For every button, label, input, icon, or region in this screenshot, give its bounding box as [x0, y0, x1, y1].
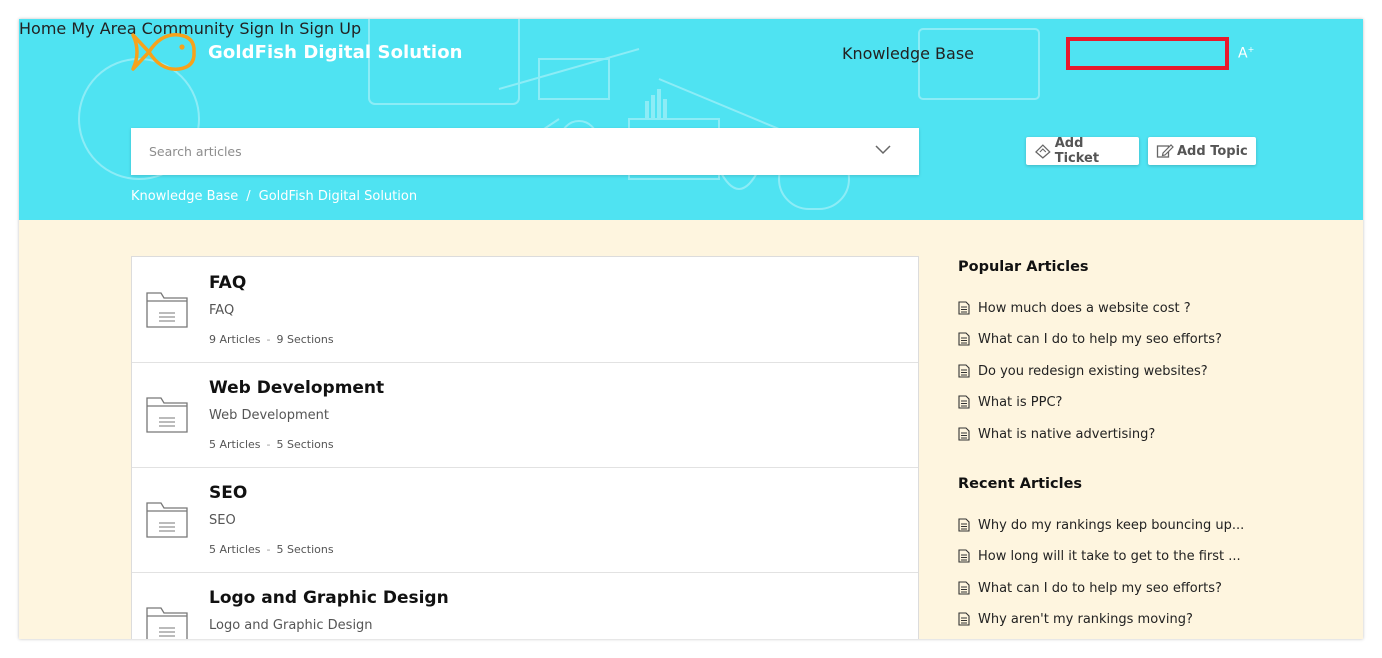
- popular-article-link[interactable]: Do you redesign existing websites?: [958, 361, 1208, 381]
- document-icon: [958, 518, 970, 532]
- sign-in-highlight-box: [1066, 37, 1229, 70]
- category-meta: 9 Articles -9 Sections: [209, 333, 334, 346]
- popular-article-link[interactable]: What can I do to help my seo efforts?: [958, 329, 1222, 349]
- category-meta: 5 Articles -5 Sections: [209, 438, 334, 451]
- document-icon: [958, 427, 970, 441]
- category-list: FAQ FAQ 9 Articles -9 Sections Web Develo…: [131, 256, 919, 639]
- category-title[interactable]: Logo and Graphic Design: [209, 588, 449, 608]
- ticket-icon: [1035, 144, 1051, 159]
- breadcrumb-separator: /: [246, 189, 251, 204]
- search-input[interactable]: [131, 128, 869, 175]
- breadcrumb-current[interactable]: GoldFish Digital Solution: [259, 189, 417, 204]
- popular-article-link[interactable]: How much does a website cost ?: [958, 298, 1191, 318]
- recent-article-link[interactable]: How long will it take to get to the firs…: [958, 546, 1241, 566]
- edit-icon: [1156, 144, 1174, 158]
- page-frame: GoldFish Digital Solution Home My Area K…: [19, 19, 1363, 639]
- add-ticket-button[interactable]: Add Ticket: [1026, 136, 1139, 166]
- document-icon: [958, 301, 970, 315]
- popular-articles-heading: Popular Articles: [958, 259, 1089, 275]
- popular-article-link[interactable]: What is native advertising?: [958, 424, 1155, 444]
- category-title[interactable]: Web Development: [209, 378, 384, 398]
- category-meta: 5 Articles -5 Sections: [209, 543, 334, 556]
- category-description: Web Development: [209, 408, 329, 423]
- folder-icon: [146, 502, 188, 538]
- breadcrumb-root[interactable]: Knowledge Base: [131, 189, 238, 204]
- category-title[interactable]: SEO: [209, 483, 247, 503]
- header-banner: GoldFish Digital Solution Home My Area K…: [19, 19, 1363, 220]
- document-icon: [958, 581, 970, 595]
- folder-icon: [146, 607, 188, 639]
- chevron-down-icon[interactable]: [875, 143, 891, 155]
- document-icon: [958, 364, 970, 378]
- category-item-logo-design[interactable]: Logo and Graphic Design Logo and Graphic…: [132, 572, 918, 639]
- add-topic-button[interactable]: Add Topic: [1148, 137, 1256, 165]
- category-item-seo[interactable]: SEO SEO 5 Articles -5 Sections: [132, 467, 918, 573]
- category-description: Logo and Graphic Design: [209, 618, 373, 633]
- recent-article-link[interactable]: Why aren't my rankings moving?: [958, 609, 1193, 629]
- recent-articles-heading: Recent Articles: [958, 476, 1083, 492]
- recent-article-link[interactable]: What can I do to help my seo efforts?: [958, 578, 1222, 598]
- category-description: FAQ: [209, 303, 235, 318]
- folder-icon: [146, 397, 188, 433]
- document-icon: [958, 395, 970, 409]
- category-title[interactable]: FAQ: [209, 273, 246, 293]
- brand-name[interactable]: GoldFish Digital Solution: [208, 42, 463, 63]
- document-icon: [958, 549, 970, 563]
- recent-article-link[interactable]: Why do my rankings keep bouncing up...: [958, 515, 1244, 535]
- category-item-web-development[interactable]: Web Development Web Development 5 Articl…: [132, 362, 918, 468]
- nav-knowledge-base[interactable]: Knowledge Base: [842, 44, 974, 63]
- category-description: SEO: [209, 513, 236, 528]
- popular-article-link[interactable]: What is PPC?: [958, 392, 1062, 412]
- search-box: [131, 128, 919, 175]
- document-icon: [958, 332, 970, 346]
- folder-icon: [146, 292, 188, 328]
- goldfish-logo-icon: [131, 33, 196, 71]
- font-size-icon[interactable]: A+: [1238, 45, 1254, 62]
- document-icon: [958, 612, 970, 626]
- breadcrumb: Knowledge Base / GoldFish Digital Solution: [131, 189, 417, 204]
- category-item-faq[interactable]: FAQ FAQ 9 Articles -9 Sections: [132, 257, 918, 363]
